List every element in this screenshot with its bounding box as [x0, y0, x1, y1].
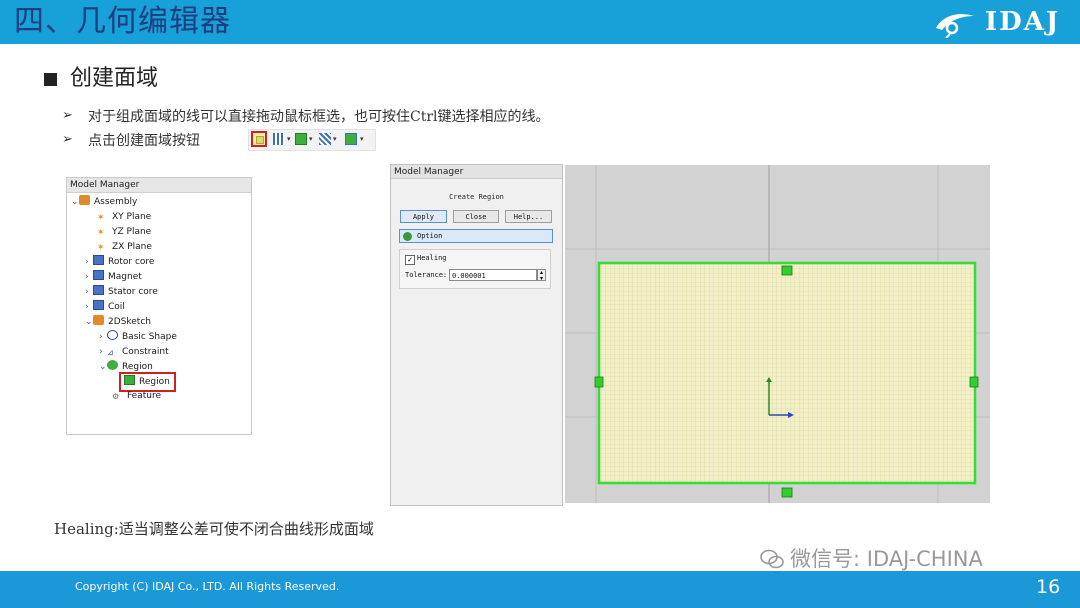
dropdown-arrow-icon[interactable]: ▾: [360, 133, 364, 145]
arrow-bullet-icon: ➢: [62, 108, 73, 123]
region-icon: [124, 375, 135, 385]
tree-item-label: YZ Plane: [112, 227, 152, 237]
bullet-text-2: 点击创建面域按钮: [88, 133, 200, 149]
wechat-watermark: 微信号: IDAJ-CHINA: [790, 547, 983, 571]
tree-item-stator-core[interactable]: › Stator core: [85, 285, 158, 299]
tree-item-2dsketch[interactable]: ⌄ 2DSketch: [85, 315, 151, 329]
plane-icon: ✶: [97, 243, 105, 253]
tree-item-basic-shape[interactable]: › Basic Shape: [99, 330, 177, 344]
panel-header: Model Manager: [67, 178, 251, 193]
create-region-panel: Model Manager Create Region Apply Close …: [390, 164, 563, 506]
copy-shape-icon[interactable]: [295, 133, 307, 145]
shape-icon: [107, 330, 118, 340]
tree-item-label: ZX Plane: [112, 242, 152, 252]
chevron-right-icon[interactable]: ›: [85, 285, 93, 299]
chevron-right-icon[interactable]: ›: [99, 330, 107, 344]
dropdown-arrow-icon[interactable]: ▾: [287, 133, 291, 145]
close-button[interactable]: Close: [453, 210, 499, 223]
healing-checkbox[interactable]: ✓: [405, 255, 415, 265]
chevron-down-icon[interactable]: ⌄: [71, 195, 79, 209]
tree-item-coil[interactable]: › Coil: [85, 300, 125, 314]
chevron-down-icon[interactable]: ⌄: [85, 315, 93, 329]
tree-item-label: Constraint: [122, 347, 169, 357]
tree-item-label: Stator core: [108, 287, 158, 297]
region-rectangle[interactable]: [597, 261, 977, 485]
create-region-icon[interactable]: [251, 131, 267, 147]
model-manager-tree-panel: Model Manager ⌄ Assembly ✶ XY Plane ✶ YZ Pl…: [66, 177, 252, 435]
constraint-icon: ⊿: [107, 348, 114, 357]
edge-handle-left[interactable]: [594, 376, 604, 388]
tree-item-label: 2DSketch: [108, 317, 151, 327]
chevron-right-icon[interactable]: ›: [85, 255, 93, 269]
create-region-title: Create Region: [449, 193, 504, 201]
feature-icon: ⚙: [112, 392, 120, 401]
tree-item-yz-plane[interactable]: ✶ YZ Plane: [97, 225, 151, 239]
tree-item-label: Basic Shape: [122, 332, 177, 342]
idaj-logo-icon: [936, 14, 974, 38]
dropdown-arrow-icon[interactable]: ▾: [333, 133, 337, 145]
sketch-icon: [93, 315, 104, 325]
dropdown-arrow-icon[interactable]: ▾: [309, 133, 313, 145]
grid-pattern-icon[interactable]: [273, 133, 285, 145]
plane-icon: ✶: [97, 213, 105, 223]
chevron-right-icon[interactable]: ›: [85, 270, 93, 284]
tree-item-magnet[interactable]: › Magnet: [85, 270, 142, 284]
tree-item-label: Assembly: [94, 197, 138, 207]
region-toolbar: ▾ ▾ ▾ ▾: [248, 129, 376, 151]
tolerance-label: Tolerance:: [405, 271, 448, 279]
tree-item-label: Rotor core: [108, 257, 155, 267]
tolerance-input[interactable]: 0.000001: [449, 269, 537, 281]
wechat-icon: [760, 549, 784, 569]
tree-item-label: Magnet: [108, 272, 142, 282]
option-section-toggle[interactable]: Option: [399, 229, 553, 243]
tolerance-spinner[interactable]: ▴ ▾: [537, 269, 546, 282]
arrow-bullet-icon: ➢: [62, 132, 73, 147]
tree-item-assembly[interactable]: ⌄ Assembly: [71, 195, 137, 209]
bullet-text-1: 对于组成面域的线可以直接拖动鼠标框选，也可按住Ctrl键选择相应的线。: [88, 109, 550, 125]
page-number: 16: [1036, 576, 1061, 598]
healing-note: Healing:适当调整公差可使不闭合曲线形成面域: [54, 520, 374, 538]
section-title: 创建面域: [70, 66, 159, 91]
tree-item-rotor-core[interactable]: › Rotor core: [85, 255, 154, 269]
tree-item-label: XY Plane: [112, 212, 152, 222]
chevron-right-icon[interactable]: ›: [85, 300, 93, 314]
mesh-pattern-icon[interactable]: [319, 133, 331, 145]
chevron-down-icon[interactable]: ⌄: [99, 360, 107, 374]
help-button[interactable]: Help...: [505, 210, 552, 223]
sketch-viewport[interactable]: [565, 165, 990, 503]
chevron-right-icon[interactable]: ›: [99, 345, 107, 359]
copyright-text: Copyright (C) IDAJ Co., LTD. All Rights …: [75, 580, 340, 593]
tree-item-feature[interactable]: ⚙ Feature: [112, 389, 161, 403]
option-label: Option: [417, 232, 443, 240]
edge-handle-bottom[interactable]: [781, 487, 793, 498]
assembly-icon: [79, 195, 90, 205]
tree-item-zx-plane[interactable]: ✶ ZX Plane: [97, 240, 152, 254]
tree-item-constraint[interactable]: › ⊿ Constraint: [99, 345, 169, 359]
option-group: ✓ Healing Tolerance: 0.000001 ▴ ▾: [399, 249, 551, 289]
apply-button[interactable]: Apply: [400, 210, 447, 223]
part-icon: [93, 270, 104, 280]
edge-handle-right[interactable]: [969, 376, 979, 388]
slide-title: 四、几何编辑器: [14, 4, 231, 39]
tree-item-xy-plane[interactable]: ✶ XY Plane: [97, 210, 151, 224]
panel-header: Model Manager: [391, 165, 562, 179]
edge-handle-top[interactable]: [781, 265, 793, 276]
tree-item-label: Coil: [108, 302, 125, 312]
part-icon: [93, 285, 104, 295]
tree-item-label: Region: [122, 362, 153, 372]
logo-text: IDAJ: [985, 7, 1061, 37]
region-folder-icon: [107, 360, 118, 370]
square-bullet-icon: [44, 73, 57, 86]
healing-label: Healing: [417, 254, 447, 262]
plane-icon: ✶: [97, 228, 105, 238]
expand-option-icon: [403, 232, 412, 241]
part-icon: [93, 255, 104, 265]
region-grid-icon[interactable]: [345, 133, 357, 145]
part-icon: [93, 300, 104, 310]
tree-item-label: Feature: [127, 391, 162, 401]
tree-item-label: Region: [139, 377, 170, 387]
